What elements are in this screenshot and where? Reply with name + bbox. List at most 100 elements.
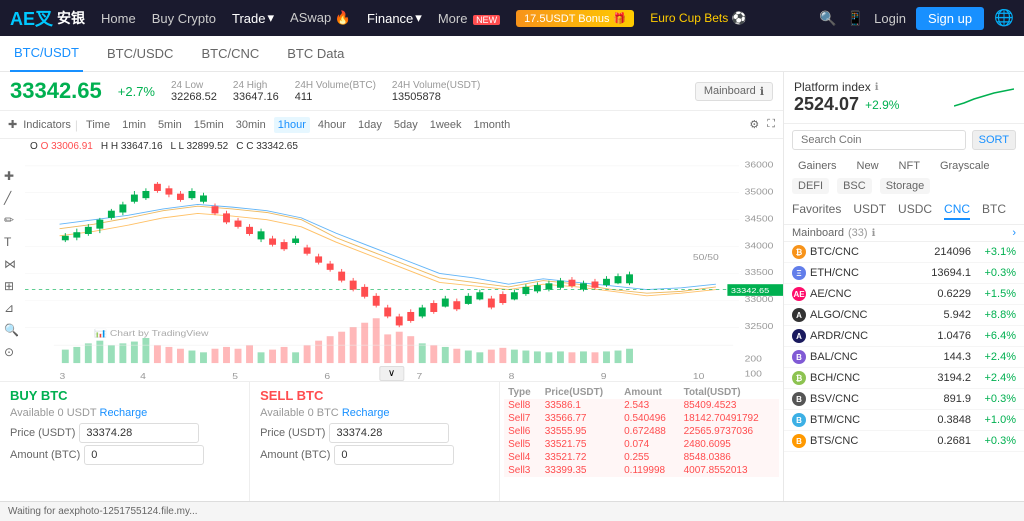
nav-bonus[interactable]: 17.5USDT Bonus 🎁	[516, 10, 634, 27]
mainboard-badge[interactable]: Mainboard ℹ	[695, 82, 773, 101]
time-btn-30min[interactable]: 30min	[232, 117, 270, 133]
price-change: +2.7%	[118, 84, 155, 99]
order-row[interactable]: Sell5 33521.75 0.074 2480.6095	[504, 438, 779, 451]
market-row[interactable]: B BTS/CNC 0.2681 +0.3%	[784, 431, 1024, 452]
filter-nft[interactable]: NFT	[893, 158, 926, 174]
nav-more[interactable]: More NEW	[438, 11, 500, 26]
nav-aswap[interactable]: ASwap 🔥	[290, 10, 351, 26]
filter-bsc[interactable]: BSC	[837, 178, 872, 194]
buy-amount-input[interactable]	[84, 445, 204, 465]
pen-tool[interactable]: ✏	[4, 213, 19, 227]
order-row[interactable]: Sell8 33586.1 2.543 85409.4523	[504, 399, 779, 412]
market-row[interactable]: ₿ BTC/CNC 214096 +3.1%	[784, 242, 1024, 263]
tab-btc-usdc[interactable]: BTC/USDC	[103, 36, 177, 72]
svg-text:📊 Chart by TradingView: 📊 Chart by TradingView	[94, 328, 209, 338]
nav-cup-bets[interactable]: Euro Cup Bets ⚽	[650, 11, 746, 25]
market-row[interactable]: A ARDR/CNC 1.0476 +6.4%	[784, 326, 1024, 347]
time-btn-1min[interactable]: 1min	[118, 117, 150, 133]
line-tool[interactable]: ╱	[4, 191, 19, 205]
time-btn-1month[interactable]: 1month	[470, 117, 515, 133]
mainboard-count: (33)	[848, 227, 868, 239]
sort-button[interactable]: SORT	[972, 130, 1016, 150]
settings-icon[interactable]: ⚙	[747, 116, 761, 133]
market-row[interactable]: B BSV/CNC 891.9 +0.3%	[784, 389, 1024, 410]
time-btn-5day[interactable]: 5day	[390, 117, 422, 133]
time-btn-1hour[interactable]: 1hour	[274, 117, 310, 133]
language-flag[interactable]: 🌐	[994, 8, 1014, 28]
filter-defi[interactable]: DEFI	[792, 178, 829, 194]
order-row[interactable]: Sell6 33555.95 0.672488 22565.9737036	[504, 425, 779, 438]
buy-amount-row: Amount (BTC)	[10, 445, 239, 465]
tab-btc-cnc[interactable]: BTC/CNC	[197, 36, 263, 72]
market-row[interactable]: Ξ ETH/CNC 13694.1 +0.3%	[784, 263, 1024, 284]
buy-price-input[interactable]	[79, 423, 199, 443]
filter-new[interactable]: New	[851, 158, 885, 174]
chart-area: O O 33006.91 H H 33647.16 L L 32899.52 C…	[0, 139, 783, 381]
expand-icon[interactable]: ⛶	[765, 116, 777, 133]
tab-btc-data[interactable]: BTC Data	[283, 36, 348, 72]
platform-index: Platform index ℹ 2524.07 +2.9%	[784, 72, 1024, 124]
measure-tool[interactable]: ⊿	[4, 301, 19, 315]
market-row[interactable]: AE AE/CNC 0.6229 +1.5%	[784, 284, 1024, 305]
market-expand-arrow[interactable]: ›	[1012, 227, 1016, 239]
filter-grayscale[interactable]: Grayscale	[934, 158, 996, 174]
search-input[interactable]	[792, 130, 966, 150]
svg-text:100: 100	[745, 370, 762, 379]
indicators-button[interactable]: Indicators	[23, 119, 71, 131]
search-icon[interactable]: 🔍	[819, 10, 836, 27]
tab-usdt[interactable]: USDT	[853, 200, 886, 220]
tab-btc-usdt[interactable]: BTC/USDT	[10, 36, 83, 72]
pattern-tool[interactable]: ⊞	[4, 279, 19, 293]
tab-usdc[interactable]: USDC	[898, 200, 932, 220]
sell-price-input[interactable]	[329, 423, 449, 443]
market-row[interactable]: B BTM/CNC 0.3848 +1.0%	[784, 410, 1024, 431]
order-row[interactable]: Sell3 33399.35 0.119998 4007.8552013	[504, 464, 779, 477]
time-btn-time[interactable]: Time	[82, 117, 114, 133]
market-row[interactable]: ₿ BCH/CNC 3194.2 +2.4%	[784, 368, 1024, 389]
text-tool[interactable]: T	[4, 235, 19, 249]
fibonacci-tool[interactable]: ⋈	[4, 257, 19, 271]
order-row[interactable]: Sell4 33521.72 0.255 8548.0386	[504, 451, 779, 464]
svg-text:33000: 33000	[745, 295, 774, 304]
toolbar-separator: |	[75, 118, 78, 132]
coin-change: +0.3%	[971, 393, 1016, 405]
filter-gainers[interactable]: Gainers	[792, 158, 843, 174]
zoom-tool[interactable]: 🔍	[4, 323, 19, 337]
nav-buy-crypto[interactable]: Buy Crypto	[152, 11, 216, 26]
market-row[interactable]: A ALGO/CNC 5.942 +8.8%	[784, 305, 1024, 326]
time-btn-1week[interactable]: 1week	[426, 117, 466, 133]
order-row[interactable]: Sell7 33566.77 0.540496 18142.70491792	[504, 412, 779, 425]
time-btn-1day[interactable]: 1day	[354, 117, 386, 133]
current-price: 33342.65	[10, 78, 102, 104]
sell-amount-input[interactable]	[334, 445, 454, 465]
chart-collapse-btn[interactable]: ∨	[379, 366, 404, 381]
magnet-tool[interactable]: ⊙	[4, 345, 19, 359]
logo-icon: AE叉	[10, 5, 53, 31]
buy-price-row: Price (USDT)	[10, 423, 239, 443]
filter-storage[interactable]: Storage	[880, 178, 931, 194]
buy-recharge[interactable]: Recharge	[100, 407, 148, 419]
time-btn-5min[interactable]: 5min	[154, 117, 186, 133]
tab-favorites[interactable]: Favorites	[792, 200, 841, 220]
tab-cnc[interactable]: CNC	[944, 200, 970, 220]
coin-price: 0.6229	[872, 288, 971, 300]
sell-recharge[interactable]: Recharge	[342, 407, 390, 419]
time-btn-4hour[interactable]: 4hour	[314, 117, 350, 133]
nav-home[interactable]: Home	[101, 11, 136, 26]
phone-icon[interactable]: 📱	[847, 10, 864, 27]
sell-price-row: Price (USDT)	[260, 423, 489, 443]
market-tab-row: Favorites USDT USDC CNC BTC	[784, 196, 1024, 225]
filter-row-2: DEFI BSC Storage	[784, 176, 1024, 196]
coin-icon: B	[792, 350, 806, 364]
nav-trade[interactable]: Trade ▾	[232, 10, 274, 26]
cursor-tool[interactable]: ✚	[4, 169, 19, 183]
tab-btc[interactable]: BTC	[982, 200, 1006, 220]
crosshair-icon[interactable]: ✚	[6, 116, 19, 133]
signup-button[interactable]: Sign up	[916, 7, 984, 30]
market-row[interactable]: B BAL/CNC 144.3 +2.4%	[784, 347, 1024, 368]
price-low: 24 Low 32268.52	[171, 80, 217, 103]
nav-finance[interactable]: Finance ▾	[367, 10, 422, 26]
login-button[interactable]: Login	[874, 11, 906, 26]
candlestick-chart: 36000 35000 34500 34000 33500 33000 3250…	[25, 139, 783, 381]
time-btn-15min[interactable]: 15min	[190, 117, 228, 133]
